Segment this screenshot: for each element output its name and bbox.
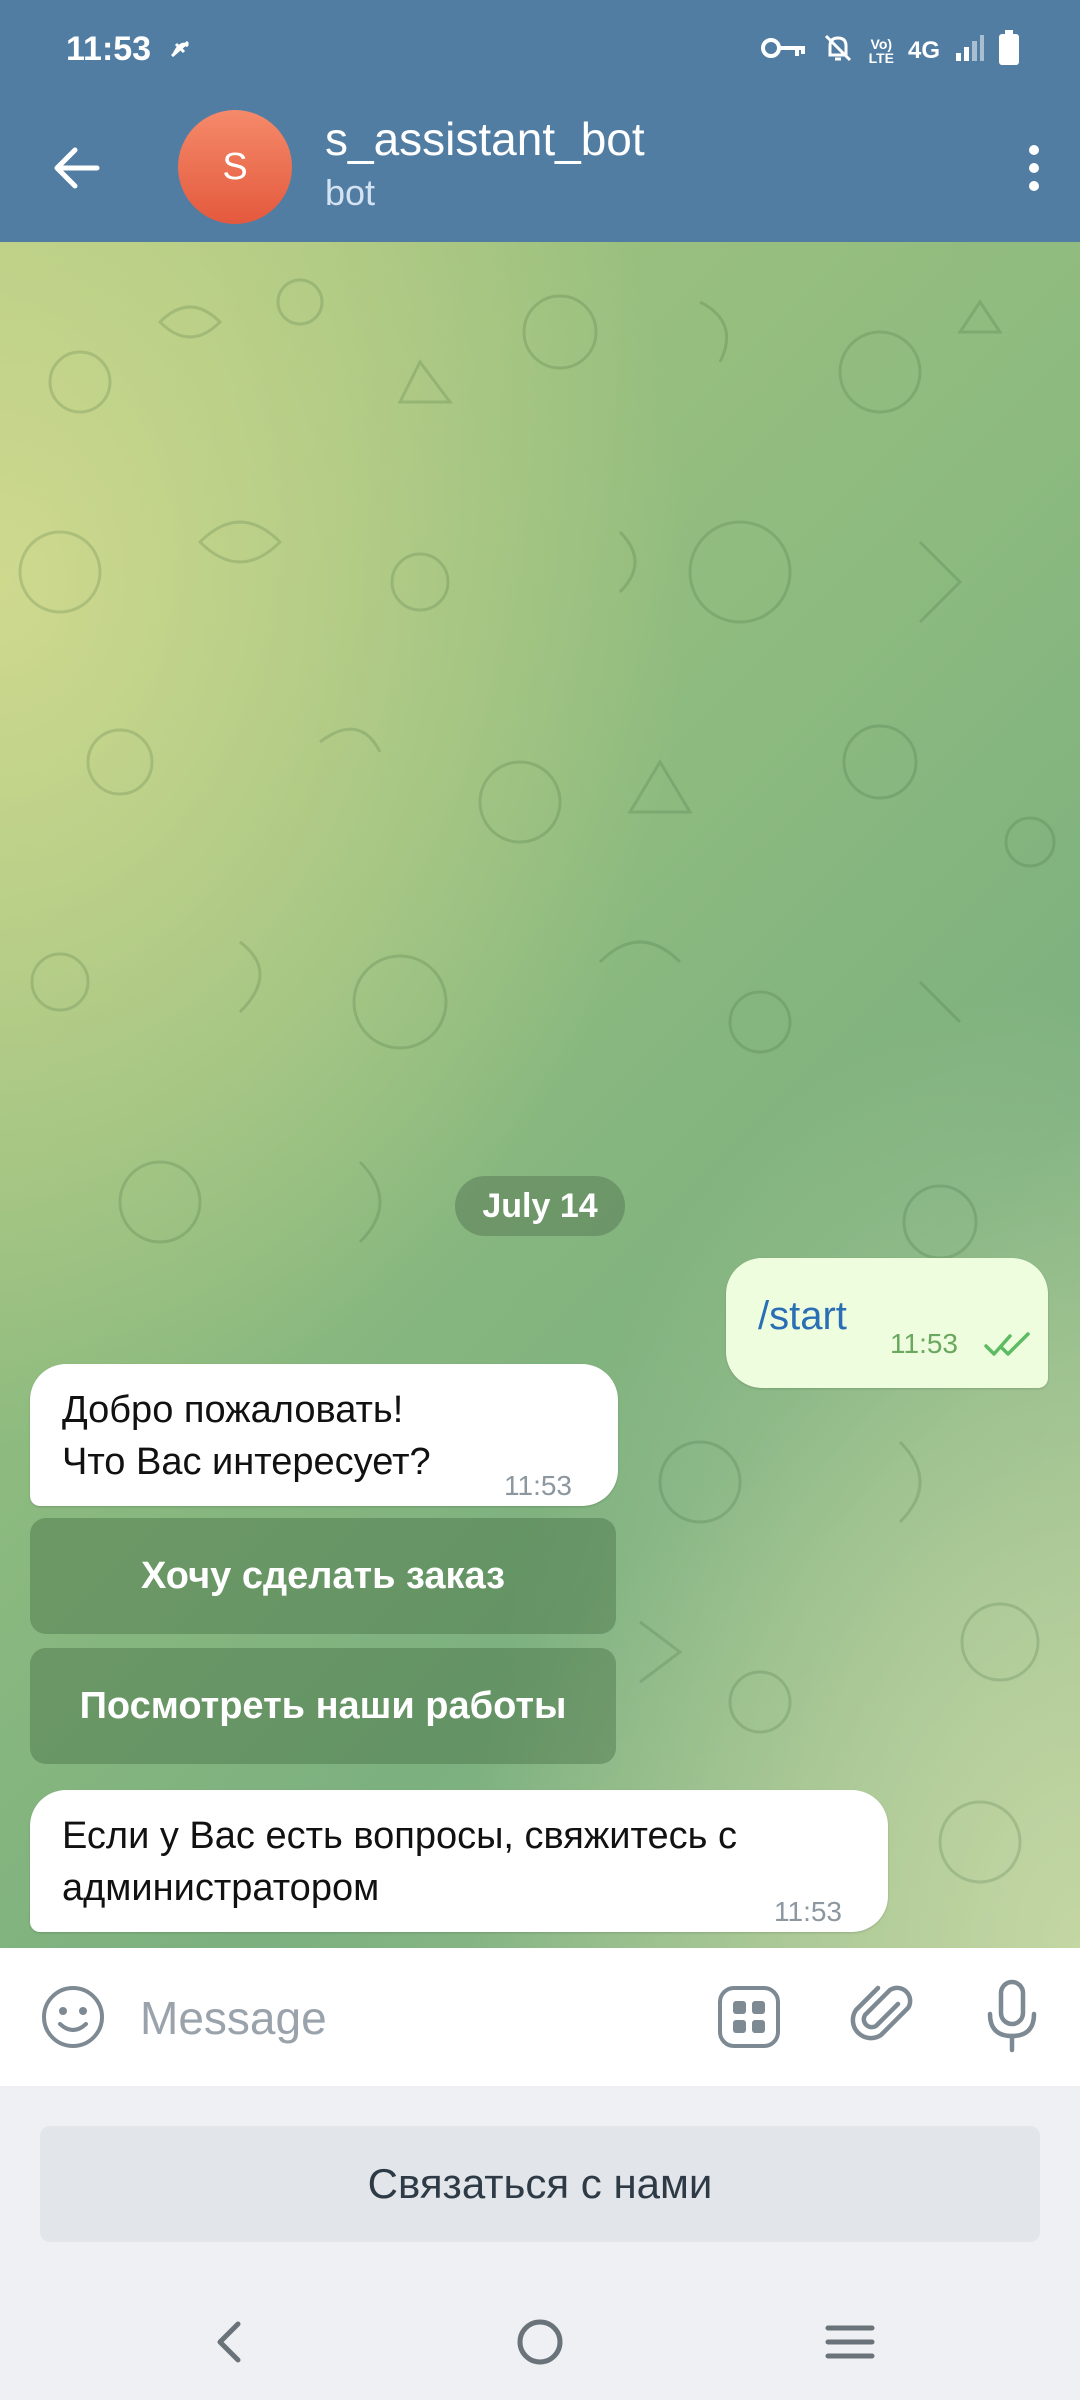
keyboard-grid-icon [718,1986,780,2048]
inline-button-portfolio[interactable]: Посмотреть наши работы [30,1648,616,1764]
message-text[interactable]: /start [758,1290,847,1342]
inline-button-order[interactable]: Хочу сделать заказ [30,1518,616,1634]
more-menu-button[interactable] [1004,128,1064,208]
status-icons: Vo) LTE 4G [760,30,1020,71]
date-separator: July 14 [455,1176,625,1236]
more-dot [1029,181,1039,191]
battery-icon [998,30,1020,71]
message-text[interactable]: Добро пожаловать! Что Вас интересует? [62,1384,532,1488]
emoji-button[interactable] [40,1984,106,2050]
incoming-message[interactable]: Добро пожаловать! Что Вас интересует? 11… [30,1364,618,1506]
outgoing-message[interactable]: /start 11:53 [726,1258,1048,1388]
message-time: 11:53 [890,1328,958,1359]
message-input[interactable] [138,1972,682,2064]
notification-icon [168,36,194,67]
chat-toolbar: S s_assistant_bot bot [0,100,1080,242]
paperclip-icon [850,1985,913,2041]
incoming-message[interactable]: Если у Вас есть вопросы, свяжитесь с адм… [30,1790,888,1932]
message-time: 11:53 [504,1470,572,1501]
message-input-bar [0,1948,1080,2086]
avatar[interactable]: S [178,110,292,224]
vpn-key-icon [760,36,807,65]
status-bar: 11:53 Vo) LTE 4G [0,0,1080,100]
volte-label-bottom: LTE [868,49,894,66]
system-nav-bar [0,2290,1080,2400]
message-time: 11:53 [774,1896,842,1927]
bot-keyboard-button[interactable] [716,1984,782,2050]
network-type: 4G [907,36,940,64]
more-dot [1029,145,1039,155]
more-dot [1029,163,1039,173]
signal-icon [954,33,984,68]
nav-recents-button[interactable] [820,2312,880,2372]
chevron-left-icon [217,2321,241,2363]
nav-back-button[interactable] [200,2312,260,2372]
microphone-icon [987,1979,1037,2053]
mute-icon [821,31,855,70]
chat-title[interactable]: s_assistant_bot [325,112,645,166]
volte-icon: Vo) LTE [869,37,894,65]
attach-button[interactable] [848,1980,918,2050]
chat-area[interactable]: July 14 /start 11:53 Добро пожаловать! Ч… [0,242,1080,1948]
voice-button[interactable] [982,1978,1042,2054]
home-circle-icon [517,2319,563,2365]
read-check-icon [984,1320,1034,1372]
emoji-icon [42,1986,104,2048]
chat-subtitle: bot [325,172,376,213]
back-button[interactable] [40,132,112,204]
arrow-left-icon [54,147,100,189]
status-time: 11:53 [66,30,152,68]
nav-home-button[interactable] [510,2312,570,2372]
app-header: 11:53 Vo) LTE 4G S s_assistant_bot bot [0,0,1080,242]
reply-keyboard: Связаться с нами [0,2086,1080,2290]
message-text[interactable]: Если у Вас есть вопросы, свяжитесь с адм… [62,1810,862,1914]
reply-button-contact[interactable]: Связаться с нами [40,2126,1040,2242]
menu-lines-icon [825,2325,875,2359]
